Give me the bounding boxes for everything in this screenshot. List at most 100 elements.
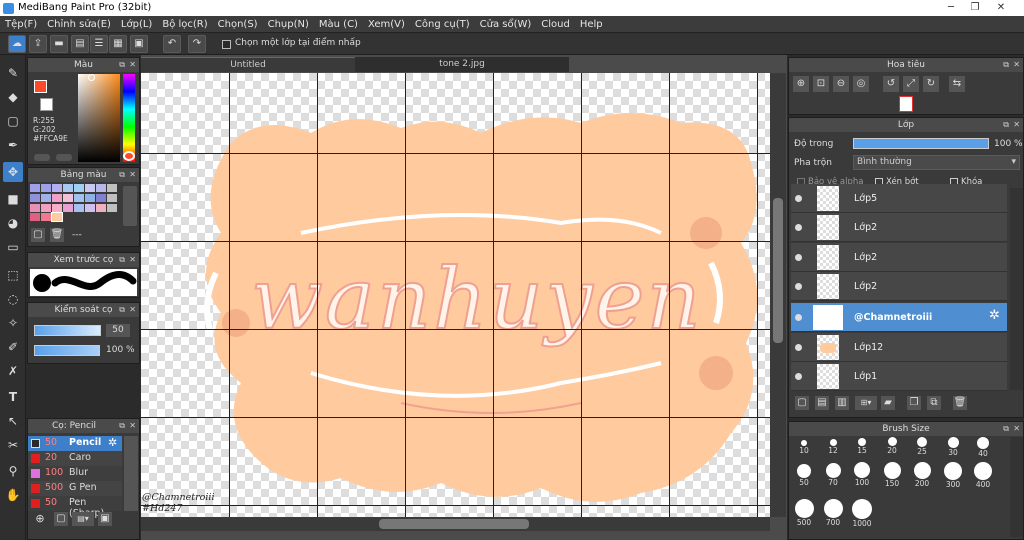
gear-icon[interactable]: ✲ [108,436,117,449]
eye-icon[interactable] [795,283,802,290]
popout-icon[interactable]: ⧉ [119,58,125,72]
layer-scrollbar[interactable] [1010,188,1023,390]
brush-size-15[interactable]: 15 [848,437,876,455]
delete-layer-icon[interactable]: 🗑 [953,396,967,410]
popout-icon[interactable]: ⧉ [1003,58,1009,72]
new-palette-icon[interactable]: ▢ [31,228,45,242]
menu-layer[interactable]: Lớp(L) [116,16,157,33]
menu-snap[interactable]: Chụp(N) [263,16,314,33]
close-icon[interactable]: ✕ [1013,422,1020,436]
select-layer-checkbox[interactable] [222,40,231,49]
gradient-icon[interactable]: ▭ [3,237,23,257]
maximize-button[interactable]: ❐ [964,1,986,15]
close-icon[interactable]: ✕ [129,303,136,317]
layer-row-selected[interactable]: @Chamnetroiii ✲ [791,303,1007,332]
folder-icon[interactable]: ▰ [881,396,895,410]
swatch-selected[interactable] [51,212,63,223]
layer-row[interactable]: Lớp5 [791,184,1007,213]
eyedropper-icon[interactable]: ⚲ [3,461,23,481]
gear-icon[interactable]: ✲ [989,308,1000,323]
close-icon[interactable]: ✕ [129,58,136,72]
zoom-fit-icon[interactable]: ⊡ [813,76,829,92]
popout-icon[interactable]: ⧉ [119,168,125,182]
menu-tools[interactable]: Công cụ(T) [410,16,475,33]
color-swap-button[interactable] [56,154,72,161]
eye-icon[interactable] [795,195,802,202]
color-mode-button[interactable] [34,154,50,161]
swatch[interactable] [85,203,95,212]
close-icon[interactable]: ✕ [129,253,136,267]
brush-size-150[interactable]: 150 [878,462,906,488]
brush-size-12[interactable]: 12 [819,437,847,455]
rect-select-icon[interactable]: ▢ [3,111,23,131]
eraser-tool-icon[interactable]: ◆ [3,87,23,107]
layer-row[interactable]: Lớp2 [791,243,1007,272]
swatch[interactable] [30,203,40,212]
close-button[interactable]: ✕ [990,1,1012,15]
operation-icon[interactable]: ↖ [3,411,23,431]
layer-opacity-slider[interactable] [853,138,989,149]
zoom-out-icon[interactable]: ⊖ [833,76,849,92]
brush-item[interactable]: 20 Caro [28,451,122,466]
cloud-icon[interactable]: ☁ [8,35,26,53]
magic-wand-icon[interactable]: ✧ [3,313,23,333]
swatch[interactable] [63,193,73,202]
merge-layer-icon[interactable]: ⧉ [927,396,941,410]
menu-file[interactable]: Tệp(F) [0,16,42,33]
brush-size-value[interactable]: 50 [106,324,130,337]
brush-settings-icon[interactable]: ▣ [98,512,112,526]
swatch[interactable] [74,203,84,212]
eye-icon[interactable] [795,373,802,380]
select-pen-icon[interactable]: ✐ [3,337,23,357]
swatch[interactable] [107,193,117,202]
fill-rect-icon[interactable]: ■ [3,189,23,209]
zoom-actual-icon[interactable]: ◎ [853,76,869,92]
pen-tool-icon[interactable]: ✒ [3,135,23,155]
add-layer-menu-icon[interactable]: ⊞▾ [855,396,877,410]
hue-handle[interactable] [123,151,135,161]
foreground-color[interactable] [34,80,47,93]
bucket-icon[interactable]: ◕ [3,213,23,233]
swatch[interactable] [107,184,117,192]
eye-icon[interactable] [795,344,802,351]
swatch[interactable] [85,184,95,192]
comment-icon[interactable]: ▬ [50,35,68,53]
delete-palette-icon[interactable]: 🗑 [50,228,64,242]
vertical-scroll-thumb[interactable] [773,198,783,343]
brush-size-400[interactable]: 400 [969,462,997,489]
popout-icon[interactable]: ⧉ [119,253,125,267]
background-color[interactable] [40,98,53,111]
brush-size-300[interactable]: 300 [939,462,967,489]
brush-size-70[interactable]: 70 [819,462,847,487]
swatch[interactable] [30,193,40,202]
swatch[interactable] [41,203,51,212]
swatch[interactable] [52,193,62,202]
eye-icon[interactable] [795,224,802,231]
hue-slider[interactable] [123,74,135,162]
palette-scrollbar[interactable] [123,186,137,226]
menu-filter[interactable]: Bộ lọc(R) [157,16,212,33]
popout-icon[interactable]: ⧉ [119,419,125,433]
blend-mode-select[interactable]: Bình thường ▾ [853,155,1020,170]
new-layer-icon[interactable]: ▢ [795,396,809,410]
swatch[interactable] [96,203,106,212]
select-eraser-icon[interactable]: ✗ [3,361,23,381]
menu-view[interactable]: Xem(V) [363,16,410,33]
color-picker-cursor[interactable] [88,74,95,81]
close-icon[interactable]: ✕ [1013,58,1020,72]
horizontal-scrollbar[interactable] [141,517,770,531]
brush-size-25[interactable]: 25 [908,437,936,456]
drawing-canvas[interactable]: wanhuyen @Chamnetroiii #Hd247 [141,73,770,517]
menu-window[interactable]: Cửa sổ(W) [475,16,537,33]
close-icon[interactable]: ✕ [129,419,136,433]
grid-icon[interactable]: ▦ [109,35,127,53]
divide-icon[interactable]: ✂ [3,435,23,455]
swatch[interactable] [74,193,84,202]
brush-size-500[interactable]: 500 [790,499,818,527]
popout-icon[interactable]: ⧉ [1003,118,1009,132]
brush-size-30[interactable]: 30 [939,437,967,457]
menu-help[interactable]: Help [575,16,608,33]
navigator-thumbnail[interactable] [899,96,913,112]
layer-row[interactable]: Lớp1 [791,362,1007,391]
layer-row[interactable]: Lớp2 [791,213,1007,242]
